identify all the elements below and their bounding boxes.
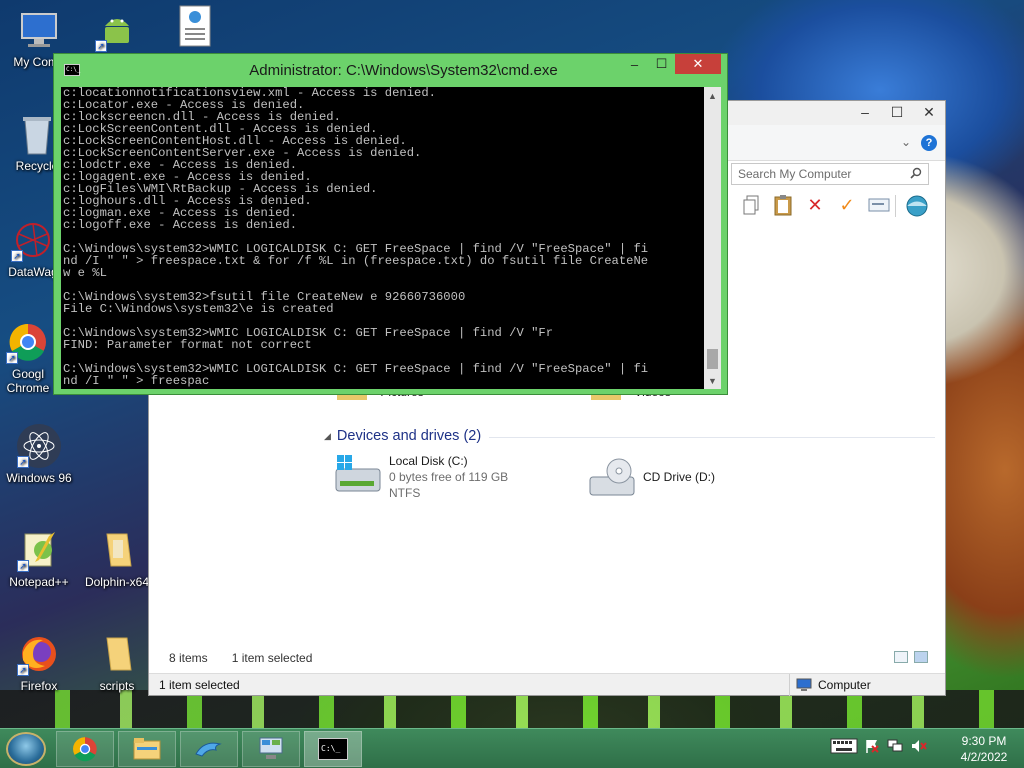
drive-item-c[interactable]: Local Disk (C:) 0 bytes free of 119 GB N…: [335, 453, 508, 501]
devices-group-header[interactable]: ◢ Devices and drives (2): [324, 428, 481, 444]
system-tray: [830, 737, 928, 755]
explorer-toolbar: ✕ ✓: [739, 193, 891, 217]
cmd-scrollbar[interactable]: ▲ ▼: [704, 87, 721, 389]
status-selected: 1 item selected: [159, 678, 240, 692]
cmd-titlebar[interactable]: C:\_ Administrator: C:\Windows\System32\…: [54, 54, 727, 86]
status-location-label: Computer: [818, 678, 871, 692]
group-divider: [489, 437, 935, 438]
datawag-icon: ➚: [11, 218, 55, 262]
cmd-maximize-button[interactable]: ☐: [648, 54, 675, 74]
checkmark-icon[interactable]: ✓: [835, 193, 859, 217]
taskbar-clock[interactable]: 9:30 PM 4/2/2022: [953, 733, 1015, 765]
collapse-triangle-icon[interactable]: ◢: [324, 431, 331, 442]
taskbar-cmd-button[interactable]: C:\_: [304, 731, 362, 767]
notepad-plus-plus-icon: ➚: [17, 528, 61, 572]
android-icon: ➚: [95, 8, 139, 52]
scroll-thumb[interactable]: [707, 349, 718, 369]
firefox-icon: ➚: [17, 632, 61, 676]
cmd-output: c:locationnotificationsview.xml - Access…: [63, 87, 649, 388]
chrome-icon: ➚: [6, 320, 50, 364]
desktop-icon-label: scripts: [99, 679, 135, 693]
scroll-down-arrow-icon[interactable]: ▼: [704, 372, 721, 389]
drive-item-d[interactable]: CD Drive (D:): [589, 457, 715, 499]
volume-muted-icon[interactable]: [910, 737, 928, 755]
scroll-up-arrow-icon[interactable]: ▲: [704, 87, 721, 104]
desktop-icon-firefox[interactable]: ➚ Firefox: [0, 632, 78, 693]
chrome-icon: [73, 737, 97, 762]
folder-icon: [95, 528, 139, 572]
view-switcher: [894, 651, 928, 663]
taskbar-chrome-button[interactable]: [56, 731, 114, 767]
search-input[interactable]: Search My Computer: [731, 163, 929, 185]
desktop-icon-label: Windows 96: [6, 471, 72, 485]
taskbar-computer-button[interactable]: [242, 731, 300, 767]
item-count: 8 items: [169, 651, 208, 665]
toolbar-divider: [895, 195, 896, 217]
copy-icon[interactable]: [739, 193, 763, 217]
desktop-icon-windows-96[interactable]: ➚ Windows 96: [0, 424, 78, 485]
drive-free-space: 0 bytes free of 119 GB: [389, 470, 509, 484]
status-bar: 1 item selected Computer: [149, 673, 945, 696]
globe-icon[interactable]: [905, 193, 929, 217]
atom-icon: ➚: [17, 424, 61, 468]
file-explorer-icon: [133, 738, 161, 760]
search-icon: [910, 167, 922, 182]
cmd-taskbar-icon: C:\_: [318, 738, 348, 760]
taskbar-explorer-button[interactable]: [118, 731, 176, 767]
drive-filesystem: NTFS: [389, 486, 421, 500]
drive-name: Local Disk (C:): [389, 454, 468, 468]
cmd-close-button[interactable]: ✕: [675, 54, 721, 74]
keyboard-icon[interactable]: [830, 737, 858, 755]
large-icons-view-button[interactable]: [914, 651, 928, 663]
action-center-flag-icon[interactable]: [864, 737, 880, 755]
help-icon[interactable]: ?: [921, 135, 937, 151]
computer-small-icon: [796, 678, 812, 691]
details-view-button[interactable]: [894, 651, 908, 663]
dolphin-icon: [195, 742, 222, 757]
desktop-icon-label: Googl Chrome: [6, 367, 50, 395]
status-location: Computer: [789, 674, 871, 696]
devices-group-title: Devices and drives (2): [336, 428, 482, 444]
cmd-minimize-button[interactable]: –: [621, 54, 648, 74]
cmd-window[interactable]: C:\_ Administrator: C:\Windows\System32\…: [53, 53, 728, 395]
cd-drive-icon: [589, 457, 635, 499]
desktop-icon-web-document[interactable]: [156, 4, 234, 51]
folder-icon: [95, 632, 139, 676]
desktop-icon-label: Firefox: [20, 679, 58, 693]
item-count-bar: 8 items 1 item selected: [169, 651, 312, 665]
local-disk-icon: [335, 453, 381, 495]
network-icon[interactable]: [886, 737, 904, 755]
start-button[interactable]: [6, 732, 46, 766]
cmd-app-icon: C:\_: [64, 64, 80, 76]
desktop-icon-dolphin[interactable]: Dolphin-x64: [78, 528, 156, 589]
desktop-icon-scripts[interactable]: scripts: [78, 632, 156, 693]
delete-icon[interactable]: ✕: [803, 193, 827, 217]
desktop-icon-label: Notepad++: [9, 575, 69, 589]
search-placeholder: Search My Computer: [738, 167, 852, 181]
desktop-icon-chrome[interactable]: ➚ Googl Chrome: [0, 320, 58, 395]
cmd-console[interactable]: c:locationnotificationsview.xml - Access…: [61, 87, 721, 389]
desktop-icon-notepad-plus-plus[interactable]: ➚ Notepad++: [0, 528, 78, 589]
document-web-icon: [173, 4, 217, 48]
selected-count: 1 item selected: [231, 651, 313, 665]
computer-management-icon: [259, 737, 283, 759]
computer-icon: [17, 8, 61, 52]
rename-icon[interactable]: [867, 193, 891, 217]
clock-date: 4/2/2022: [960, 750, 1008, 764]
taskbar-dolphin-button[interactable]: [180, 731, 238, 767]
chevron-down-icon[interactable]: ⌄: [901, 135, 911, 149]
drive-name: CD Drive (D:): [643, 470, 715, 484]
paste-icon[interactable]: [771, 193, 795, 217]
explorer-minimize-button[interactable]: –: [849, 101, 881, 123]
explorer-close-button[interactable]: ✕: [913, 101, 945, 123]
explorer-maximize-button[interactable]: ☐: [881, 101, 913, 123]
desktop-icon-label: Dolphin-x64: [84, 575, 150, 589]
desktop-icon-android[interactable]: ➚: [78, 8, 156, 55]
clock-time: 9:30 PM: [961, 734, 1007, 748]
taskbar: C:\_ 9:30 PM 4/2/2022: [0, 728, 1024, 768]
